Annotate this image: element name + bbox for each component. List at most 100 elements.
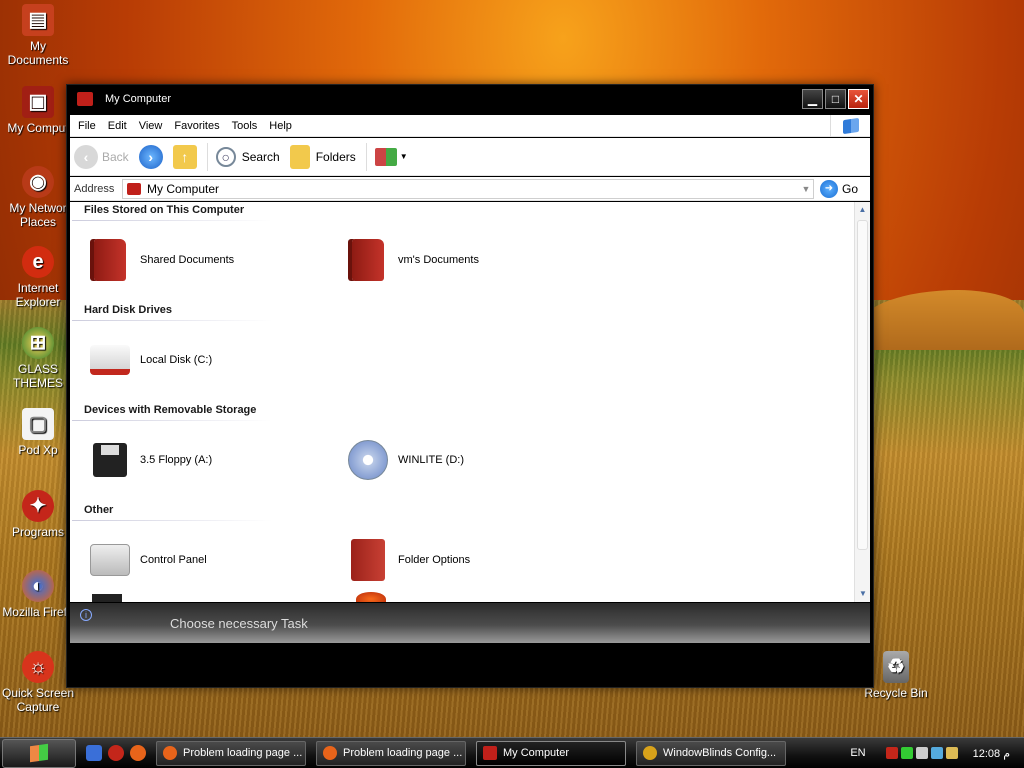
group-divider [72, 220, 272, 221]
menu-file[interactable]: File [78, 120, 105, 132]
toolbar-separator [206, 142, 208, 171]
document-icon: ▢ [22, 408, 54, 440]
windows-flag-icon [30, 743, 48, 763]
cd-drive-icon [348, 440, 388, 480]
task-label: Problem loading page ... [343, 747, 463, 759]
menu-edit[interactable]: Edit [108, 120, 136, 132]
go-label: Go [842, 181, 859, 196]
clock: 12:08 م [972, 747, 1010, 760]
quick-launch [86, 745, 146, 761]
minimize-button[interactable]: ▁ [802, 89, 823, 109]
taskbar: Problem loading page ... Problem loading… [0, 737, 1024, 768]
my-computer-icon [483, 746, 497, 760]
ie-icon: e [22, 246, 54, 278]
desktop-icon-glass-themes[interactable]: ⊞ GLASS THEMES [0, 327, 76, 390]
taskbar-item-firefox-2[interactable]: Problem loading page ... [316, 740, 466, 766]
desktop-icon-label: Internet Explorer [15, 281, 61, 309]
system-tray: EN 12:08 م [850, 739, 1024, 768]
menu-bar: File Edit View Favorites Tools Help [70, 114, 870, 137]
programs-icon: ✦ [22, 490, 54, 522]
task-pane-text[interactable]: Choose necessary Task [170, 616, 308, 631]
close-button[interactable]: ✕ [848, 89, 869, 109]
menu-help[interactable]: Help [269, 120, 301, 132]
wallpaper-hills [860, 290, 1024, 350]
group-title-other: Other [84, 504, 114, 516]
search-button[interactable]: ○ Search [215, 146, 280, 167]
scroll-down-icon[interactable]: ▼ [855, 586, 871, 602]
back-button[interactable]: ‹ Back [74, 144, 129, 169]
window-controls: ▁ □ ✕ [802, 89, 869, 109]
menu-view[interactable]: View [139, 120, 172, 132]
tray-volume-icon[interactable] [915, 747, 928, 759]
show-desktop-icon[interactable] [86, 745, 102, 761]
window-titlebar[interactable]: My Computer ▁ □ ✕ [67, 85, 873, 113]
item-local-disk-c[interactable]: Local Disk (C:) [88, 338, 212, 382]
item-label: Shared Documents [140, 254, 235, 266]
desktop-icon-my-computer[interactable]: ▣ My Comput [0, 86, 76, 135]
group-title-files: Files Stored on This Computer [84, 204, 245, 216]
folders-icon [289, 144, 310, 169]
group-divider [72, 520, 272, 521]
folder-icon [94, 239, 126, 281]
desktop-icon-my-documents[interactable]: ▤ My Documents [0, 4, 76, 67]
tray-check-icon[interactable] [900, 747, 913, 759]
firefox-icon[interactable] [130, 745, 146, 761]
ie-icon[interactable] [108, 745, 124, 761]
partial-item-icon [356, 592, 386, 602]
taskbar-item-windowblinds[interactable]: WindowBlinds Config... [636, 740, 786, 766]
folders-label: Folders [315, 149, 356, 164]
taskbar-item-firefox-1[interactable]: Problem loading page ... [156, 740, 306, 766]
desktop-icon-label: Programs [11, 525, 64, 539]
taskbar-item-my-computer[interactable]: My Computer [476, 740, 626, 766]
views-button[interactable]: ▼ [374, 147, 408, 166]
desktop-icon-quick-screen-capture[interactable]: ☼ Quick Screen Capture [0, 651, 76, 714]
item-folder-options[interactable]: Folder Options [346, 538, 470, 582]
desktop-icon-internet-explorer[interactable]: e Internet Explorer [0, 246, 76, 309]
item-label: WINLITE (D:) [398, 454, 464, 466]
go-button[interactable]: ➜ Go [820, 179, 859, 198]
start-button[interactable] [2, 738, 76, 768]
item-shared-documents[interactable]: Shared Documents [88, 238, 234, 282]
windows-logo [830, 114, 870, 137]
item-control-panel[interactable]: Control Panel [88, 538, 207, 582]
views-icon [374, 147, 397, 166]
vertical-scrollbar[interactable]: ▲ ▼ [854, 202, 870, 602]
folder-options-icon [351, 539, 385, 581]
maximize-button[interactable]: □ [825, 89, 846, 109]
floppy-icon [93, 443, 127, 477]
hard-disk-icon [90, 345, 130, 375]
address-label: Address [74, 182, 115, 195]
desktop-icon-firefox[interactable]: ◐ Mozilla Firefo [0, 570, 76, 619]
item-label: Local Disk (C:) [140, 354, 213, 366]
desktop-icon-label: GLASS THEMES [12, 362, 63, 390]
my-computer-window: My Computer ▁ □ ✕ File Edit View Favorit… [66, 84, 874, 688]
my-computer-icon [127, 182, 141, 195]
windowblinds-icon [643, 746, 657, 760]
computer-icon: ▣ [22, 86, 54, 118]
scroll-up-icon[interactable]: ▲ [855, 202, 870, 218]
item-label: Folder Options [398, 554, 471, 566]
tray-app-icon[interactable] [885, 747, 898, 759]
back-arrow-icon: ‹ [74, 144, 98, 169]
menu-tools[interactable]: Tools [232, 120, 267, 132]
desktop-icon-pod-xp[interactable]: ▢ Pod Xp [0, 408, 76, 457]
desktop-icon-label: Pod Xp [18, 443, 58, 457]
address-input[interactable]: My Computer ▼ [122, 178, 814, 199]
desktop-icon-network[interactable]: ◉ My Networ Places [0, 166, 76, 229]
group-title-drives: Hard Disk Drives [84, 304, 173, 316]
menu-favorites[interactable]: Favorites [174, 120, 228, 132]
scroll-thumb[interactable] [857, 220, 868, 550]
file-view: Files Stored on This Computer Shared Doc… [70, 202, 854, 602]
tray-network-icon[interactable] [930, 747, 943, 759]
forward-button[interactable]: › [138, 144, 163, 169]
group-divider [72, 420, 272, 421]
tray-tool-icon[interactable] [945, 747, 958, 759]
language-indicator[interactable]: EN [850, 747, 865, 759]
item-vm-documents[interactable]: vm's Documents [346, 238, 479, 282]
folders-button[interactable]: Folders [289, 144, 356, 169]
chevron-down-icon[interactable]: ▼ [799, 184, 813, 194]
item-winlite-d[interactable]: WINLITE (D:) [346, 438, 464, 482]
item-floppy-a[interactable]: 3.5 Floppy (A:) [88, 438, 212, 482]
up-folder-button[interactable]: ↑ [172, 144, 197, 169]
desktop-icon-programs[interactable]: ✦ Programs [0, 490, 76, 539]
